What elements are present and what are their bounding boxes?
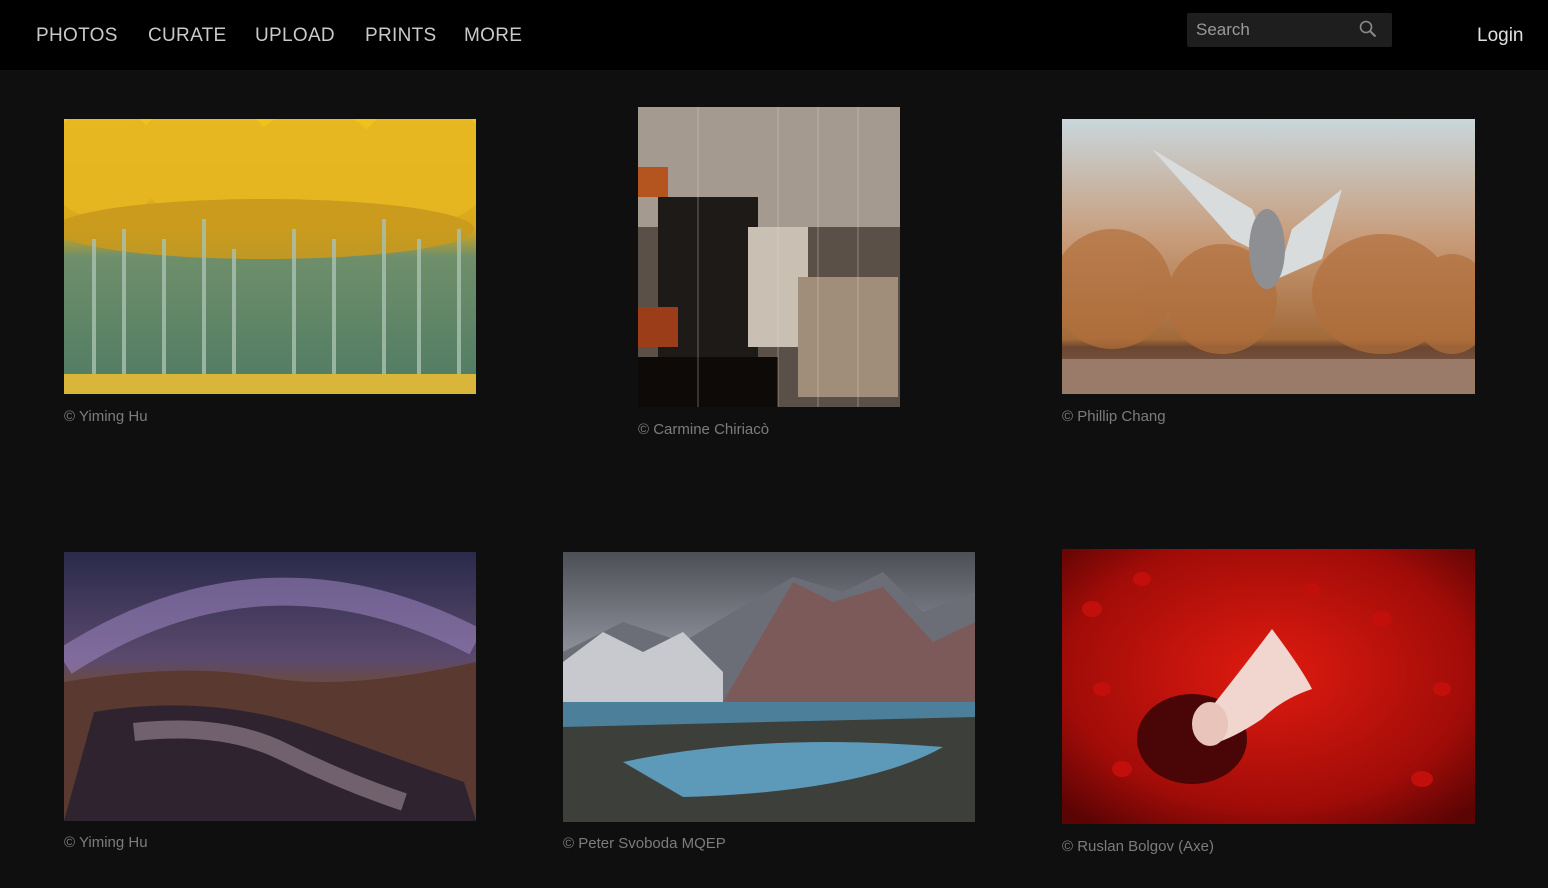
photo-credit[interactable]: © Yiming Hu <box>64 834 148 851</box>
photo-cranes[interactable] <box>1062 119 1475 394</box>
photo-credit[interactable]: © Yiming Hu <box>64 408 148 425</box>
nav-upload[interactable]: UPLOAD <box>255 25 335 47</box>
photo-yellow-forest[interactable] <box>64 119 476 394</box>
photo-patagonia[interactable] <box>563 552 975 822</box>
photo-credit[interactable]: © Ruslan Bolgov (Axe) <box>1062 838 1214 855</box>
photo-abstract-city[interactable] <box>638 107 900 407</box>
login-link[interactable]: Login <box>1477 25 1524 47</box>
search-icon[interactable] <box>1357 19 1379 41</box>
photo-milky-way-canyon[interactable] <box>64 552 476 821</box>
photo-credit[interactable]: © Phillip Chang <box>1062 408 1166 425</box>
search-input[interactable] <box>1187 13 1356 47</box>
nav-more[interactable]: MORE <box>464 25 522 47</box>
top-navbar: PHOTOS CURATE UPLOAD PRINTS MORE Login <box>0 0 1548 70</box>
nav-prints[interactable]: PRINTS <box>365 25 436 47</box>
nav-photos[interactable]: PHOTOS <box>36 25 118 47</box>
photo-credit[interactable]: © Peter Svoboda MQEP <box>563 835 726 852</box>
photo-red-petals[interactable] <box>1062 549 1475 824</box>
photo-credit[interactable]: © Carmine Chiriacò <box>638 421 769 438</box>
nav-curate[interactable]: CURATE <box>148 25 227 47</box>
search-box <box>1187 13 1392 47</box>
